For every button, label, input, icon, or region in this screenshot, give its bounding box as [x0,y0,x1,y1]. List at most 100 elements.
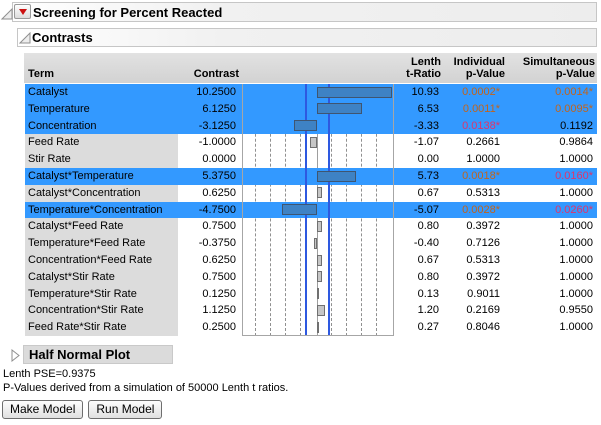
contrasts-band [17,28,597,47]
contrast-bar[interactable] [317,322,319,333]
individual-p-value-cell: 0.7126 [442,235,506,252]
contrast-bar[interactable] [317,288,319,299]
lenth-t-ratio-cell: -1.07 [394,134,442,151]
table-row[interactable]: Concentration*Feed Rate0.6250 0.670.53131… [25,252,597,269]
individual-p-value-cell: 0.9011 [442,286,506,303]
lenth-t-ratio-cell: 0.00 [394,151,442,168]
simultaneous-p-value-cell: 1.0000 [506,252,597,269]
lenth-t-ratio-cell: 0.80 [394,269,442,286]
lenth-t-ratio-cell: -0.40 [394,235,442,252]
lenth-t-ratio-cell: 0.67 [394,185,442,202]
term-cell: Concentration*Stir Rate [28,302,177,319]
simultaneous-p-value-cell: 0.0095* [506,101,597,118]
lenth-t-ratio-cell: 6.53 [394,101,442,118]
contrast-cell: 0.6250 [178,252,239,269]
contrast-bar[interactable] [282,204,317,215]
contrast-cell: 0.7500 [178,218,239,235]
contrasts-title: Contrasts [32,30,93,45]
lenth-t-ratio-cell: 0.80 [394,218,442,235]
table-row[interactable]: Catalyst*Feed Rate0.75000.800.39721.0000 [25,218,597,235]
contrast-bar[interactable] [317,271,322,282]
contrast-bar[interactable] [294,120,317,131]
term-cell: Temperature [28,101,177,118]
contrasts-disclosure-open-icon[interactable] [19,32,31,44]
run-model-button[interactable]: Run Model [88,400,162,419]
simultaneous-p-value-cell: 1.0000 [506,286,597,303]
table-row[interactable]: Concentration*Stir Rate1.12501.200.21690… [25,302,597,319]
table-row[interactable]: Temperature*Stir Rate0.1250 0.130.90111.0… [25,286,597,303]
term-cell: Stir Rate [28,151,177,168]
contrast-bar[interactable] [314,238,317,249]
individual-p-value-cell: 0.0138* [442,118,506,135]
half-normal-plot-header[interactable]: Half Normal Plot [23,345,173,364]
term-cell: Temperature*Concentration [28,202,177,219]
contrast-cell: 0.0000 [178,151,239,168]
report-title: Screening for Percent Reacted [33,5,222,20]
make-model-button[interactable]: Make Model [2,400,83,419]
lenth-t-ratio-cell: 0.67 [394,252,442,269]
table-row[interactable]: Stir Rate0.00000.001.00001.0000 [25,151,597,168]
lenth-t-ratio-cell: 0.13 [394,286,442,303]
individual-p-value-cell: 0.3972 [442,218,506,235]
term-cell: Catalyst*Concentration [28,185,177,202]
contrast-bar[interactable] [317,187,322,198]
contrast-cell: 0.7500 [178,269,239,286]
term-cell: Feed Rate*Stir Rate [28,319,177,336]
term-cell: Concentration*Feed Rate [28,252,177,269]
contrast-bar[interactable] [317,221,322,232]
contrast-bar[interactable] [317,255,322,266]
term-cell: Catalyst*Stir Rate [28,269,177,286]
individual-p-value-cell: 0.2661 [442,134,506,151]
term-cell: Temperature*Feed Rate [28,235,177,252]
simultaneous-p-value-cell: 1.0000 [506,319,597,336]
p-value-simulation-note: P-Values derived from a simulation of 50… [3,382,288,394]
lenth-pse-text: Lenth PSE=0.9375 [3,368,96,380]
column-header-contrast: Contrast [194,68,239,80]
individual-p-value-cell: 0.0018* [442,168,506,185]
contrast-bar[interactable] [317,305,325,316]
half-normal-plot-disclosure-closed-icon[interactable] [10,349,20,362]
contrast-bar[interactable] [317,103,362,114]
simultaneous-p-value-cell: 0.9864 [506,134,597,151]
lenth-t-ratio-cell: -3.33 [394,118,442,135]
term-cell: Temperature*Stir Rate [28,286,177,303]
jmp-report-window: Screening for Percent Reacted Contrasts … [0,0,601,425]
term-cell: Feed Rate [28,134,177,151]
individual-p-value-cell: 0.8046 [442,319,506,336]
simultaneous-p-value-cell: 1.0000 [506,235,597,252]
table-row[interactable]: Catalyst*Concentration0.62500.670.53131.… [25,185,597,202]
table-row[interactable]: Feed Rate*Stir Rate0.2500 0.270.80461.000… [25,319,597,336]
contrast-bar[interactable] [317,87,392,98]
individual-p-value-cell: 1.0000 [442,151,506,168]
term-cell: Catalyst*Feed Rate [28,218,177,235]
table-row[interactable]: Catalyst10.250010.930.0002*0.0014* [25,84,597,101]
table-row[interactable]: Catalyst*Stir Rate0.75000.800.39721.0000 [25,269,597,286]
term-cell: Catalyst*Temperature [28,168,177,185]
contrast-cell: 5.3750 [178,168,239,185]
contrast-cell: -4.7500 [178,202,239,219]
table-row[interactable]: Temperature6.12506.530.0011*0.0095* [25,101,597,118]
red-triangle-menu-button[interactable] [14,4,31,19]
individual-p-value-cell: 0.2169 [442,302,506,319]
model-buttons: Make Model Run Model [2,400,162,419]
term-cell: Concentration [28,118,177,135]
disclosure-open-icon[interactable] [1,8,13,20]
lenth-t-ratio-cell: 0.27 [394,319,442,336]
contrast-cell: -3.1250 [178,118,239,135]
simultaneous-p-value-cell: 1.0000 [506,185,597,202]
contrast-bar[interactable] [317,171,356,182]
individual-p-value-cell: 0.0028* [442,202,506,219]
individual-p-value-cell: 0.5313 [442,252,506,269]
contrast-cell: 6.1250 [178,101,239,118]
table-row[interactable]: Catalyst*Temperature5.37505.730.0018*0.0… [25,168,597,185]
lenth-t-ratio-cell: -5.07 [394,202,442,219]
contrast-cell: 0.1250 [178,286,239,303]
contrast-bar[interactable] [310,137,317,148]
individual-p-value-cell: 0.5313 [442,185,506,202]
column-header-lenth-t-ratio: Lenth t-Ratio [406,56,441,80]
red-triangle-icon [19,9,27,15]
term-cell: Catalyst [28,84,177,101]
contrast-cell: 0.2500 [178,319,239,336]
simultaneous-p-value-cell: 0.9550 [506,302,597,319]
table-row[interactable]: Temperature*Feed Rate-0.3750-0.400.71261… [25,235,597,252]
